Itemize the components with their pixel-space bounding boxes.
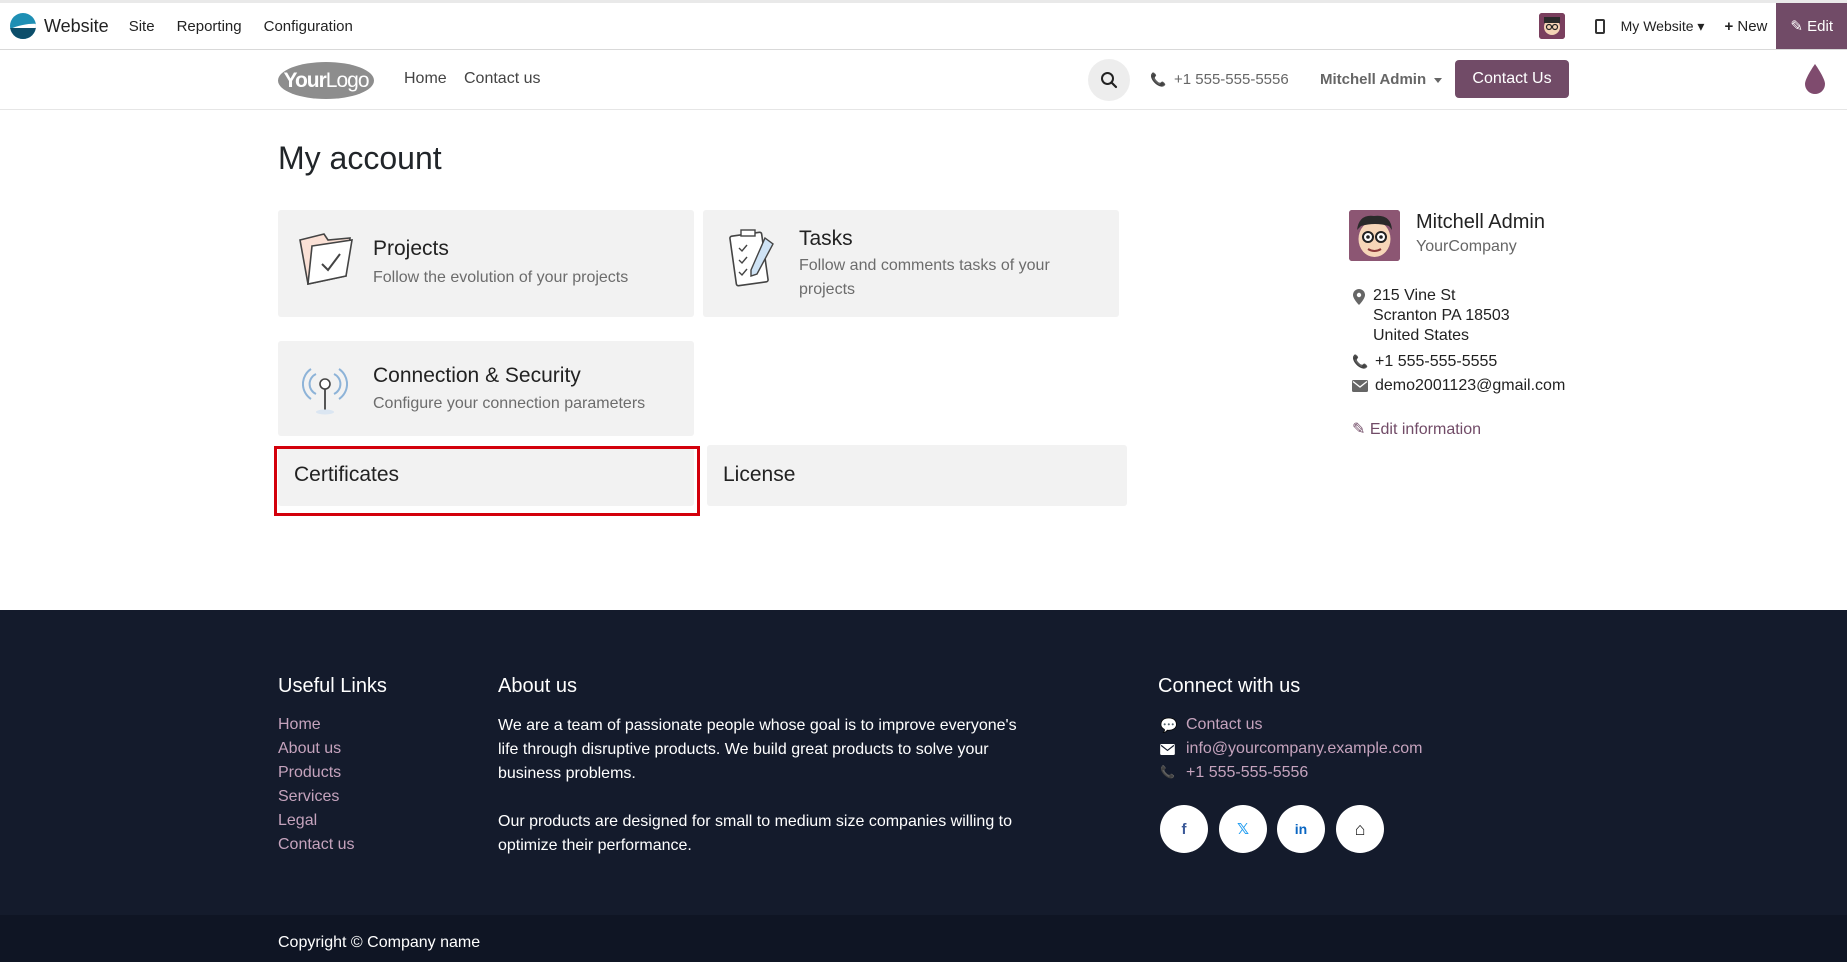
checklist-icon [729, 229, 774, 287]
pencil-icon: ✎ [1352, 421, 1366, 438]
footer-link-legal[interactable]: Legal [278, 812, 317, 830]
connection-security-card[interactable]: Connection & Security Configure your con… [278, 341, 694, 436]
phone-icon: 📞 [1352, 354, 1369, 369]
footer-connect-title: Connect with us [1158, 675, 1301, 697]
x-twitter-icon[interactable]: 𝕏 [1219, 805, 1267, 853]
home-icon[interactable]: ⌂ [1336, 805, 1384, 853]
envelope-icon [1160, 744, 1175, 755]
new-button[interactable]: + New [1724, 18, 1767, 35]
tasks-title: Tasks [799, 227, 853, 250]
map-marker-icon [1353, 289, 1365, 305]
comment-icon: 💬 [1160, 717, 1178, 733]
site-header: Your Logo Home Contact us 📞 +1 555-555-55… [0, 50, 1847, 110]
connection-title: Connection & Security [373, 364, 581, 387]
menu-site[interactable]: Site [129, 18, 155, 35]
address-line-2: Scranton PA 18503 [1373, 307, 1510, 324]
user-avatar[interactable] [1538, 13, 1565, 39]
certificates-highlight-box [274, 446, 700, 516]
projects-card[interactable]: Projects Follow the evolution of your pr… [278, 210, 694, 317]
license-title: License [723, 463, 796, 486]
footer-link-products[interactable]: Products [278, 764, 341, 782]
user-menu[interactable]: Mitchell Admin [1320, 71, 1443, 88]
page-title: My account [278, 140, 442, 176]
license-card[interactable]: License [707, 445, 1127, 506]
copyright-text: Copyright © Company name [278, 934, 481, 951]
address-line-1: 215 Vine St [1373, 287, 1456, 304]
website-app-menu[interactable]: Website [10, 13, 109, 39]
projects-subtitle: Follow the evolution of your projects [373, 269, 629, 286]
about-text-line: optimize their performance. [498, 837, 692, 854]
menu-configuration[interactable]: Configuration [264, 18, 353, 35]
address-line-3: United States [1373, 327, 1470, 344]
envelope-icon [1352, 380, 1368, 392]
profile-phone: +1 555-555-5555 [1375, 353, 1498, 370]
antenna-signal-icon [302, 368, 348, 415]
website-switcher[interactable]: My Website ▾ [1621, 18, 1705, 35]
about-text-line: We are a team of passionate people whose… [498, 717, 1017, 734]
site-logo[interactable]: Your Logo [278, 62, 374, 99]
pencil-icon: ✎ [1790, 18, 1803, 35]
nav-contact-us[interactable]: Contact us [464, 70, 540, 88]
footer-connect-email[interactable]: info@yourcompany.example.com [1186, 740, 1423, 758]
connection-subtitle: Configure your connection parameters [373, 395, 646, 412]
footer-link-services[interactable]: Services [278, 788, 339, 806]
profile-email: demo2001123@gmail.com [1375, 377, 1566, 394]
footer [0, 610, 1847, 915]
footer-about-title: About us [498, 675, 577, 697]
theme-drop-icon[interactable] [1803, 62, 1827, 96]
footer-link-about-us[interactable]: About us [278, 740, 341, 758]
nav-home[interactable]: Home [404, 70, 447, 88]
app-name: Website [44, 15, 109, 36]
about-text-line: business problems. [498, 765, 636, 782]
search-icon [1101, 72, 1118, 89]
footer-useful-links-title: Useful Links [278, 675, 387, 697]
tasks-card[interactable]: Tasks Follow and comments tasks of your … [703, 210, 1119, 317]
footer-link-home[interactable]: Home [278, 716, 321, 734]
projects-title: Projects [373, 237, 449, 260]
footer-link-contact-us[interactable]: Contact us [278, 836, 354, 854]
phone-icon: 📞 [1150, 72, 1167, 87]
caret-down-icon [1434, 77, 1443, 83]
footer-connect-contact[interactable]: Contact us [1186, 716, 1262, 734]
about-text-line: Our products are designed for small to m… [498, 813, 1013, 830]
linkedin-icon[interactable]: in [1277, 805, 1325, 853]
edit-button[interactable]: ✎ Edit [1776, 3, 1847, 49]
profile-name: Mitchell Admin [1416, 211, 1545, 233]
tasks-subtitle-line1: Follow and comments tasks of your [799, 257, 1050, 274]
search-button[interactable] [1088, 59, 1130, 101]
admin-navbar: Website Site Reporting Configuration My … [0, 0, 1847, 50]
header-phone[interactable]: +1 555-555-5556 [1174, 71, 1289, 88]
facebook-icon[interactable]: f [1160, 805, 1208, 853]
profile-company: YourCompany [1416, 238, 1517, 255]
folder-check-icon [299, 233, 353, 286]
website-app-icon [10, 13, 36, 39]
profile-avatar [1349, 210, 1400, 261]
tasks-subtitle-line2: projects [799, 281, 856, 298]
contact-us-button[interactable]: Contact Us [1455, 60, 1569, 98]
edit-information-link[interactable]: ✎ Edit information [1352, 419, 1481, 439]
about-text-line: life through disruptive products. We bui… [498, 741, 989, 758]
footer-connect-phone[interactable]: +1 555-555-5556 [1186, 764, 1308, 782]
phone-icon: 📞 [1160, 765, 1175, 779]
mobile-preview-icon[interactable] [1594, 18, 1605, 34]
menu-reporting[interactable]: Reporting [177, 18, 242, 35]
